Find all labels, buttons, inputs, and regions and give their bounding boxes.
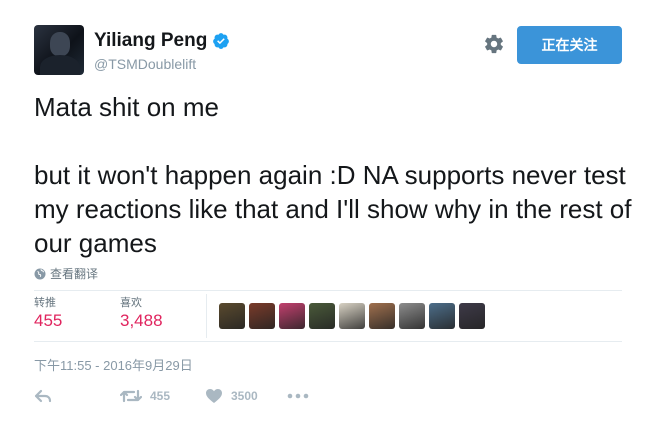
stats-divider-top — [34, 290, 622, 291]
tweet-paragraph: Mata shit on me — [34, 92, 219, 122]
avatar-shoulders — [40, 55, 80, 75]
globe-icon — [34, 268, 46, 280]
reply-icon — [34, 388, 52, 404]
like-button[interactable]: 3500 — [205, 388, 258, 404]
avatar-face — [50, 32, 70, 56]
tweet-timestamp[interactable]: 下午11:55 - 2016年9月29日 — [34, 355, 193, 374]
like-count: 3500 — [231, 389, 258, 403]
liker-avatar[interactable] — [339, 303, 365, 329]
liker-avatar[interactable] — [309, 303, 335, 329]
like-stat-label: 喜欢 — [120, 297, 142, 309]
more-icon — [287, 388, 309, 404]
like-stat[interactable]: 喜欢 3,488 — [120, 296, 163, 332]
liker-avatar[interactable] — [369, 303, 395, 329]
gear-icon[interactable] — [483, 33, 505, 55]
user-avatar[interactable] — [34, 25, 84, 75]
liker-avatar[interactable] — [459, 303, 485, 329]
name-row: Yiliang Peng — [94, 30, 230, 52]
retweet-stat-value: 455 — [34, 311, 63, 330]
liker-avatar[interactable] — [279, 303, 305, 329]
stats-divider-bottom — [34, 341, 622, 342]
retweet-stat-label: 转推 — [34, 297, 56, 309]
tweet-card: Yiliang Peng @TSMDoublelift 正在关注 Mata sh… — [0, 0, 652, 433]
retweet-count: 455 — [150, 389, 171, 403]
user-fullname[interactable]: Yiliang Peng — [94, 30, 207, 52]
liker-avatar[interactable] — [249, 303, 275, 329]
user-handle[interactable]: @TSMDoublelift — [94, 56, 196, 72]
following-button[interactable]: 正在关注 — [517, 26, 622, 64]
more-button[interactable] — [287, 388, 309, 404]
like-stat-value: 3,488 — [120, 311, 163, 330]
liker-avatar[interactable] — [219, 303, 245, 329]
liker-avatar[interactable] — [429, 303, 455, 329]
retweet-button[interactable]: 455 — [120, 388, 170, 404]
tweet-paragraph: but it won't happen again :D NA supports… — [34, 160, 632, 258]
liker-avatars — [219, 303, 489, 329]
reply-button[interactable] — [34, 388, 52, 404]
verified-badge-icon — [212, 32, 230, 50]
heart-icon — [205, 388, 223, 404]
translate-link[interactable]: 查看翻译 — [34, 265, 98, 282]
stats-separator — [206, 294, 207, 338]
tweet-text: Mata shit on me but it won't happen agai… — [34, 90, 634, 260]
translate-label: 查看翻译 — [50, 267, 99, 281]
retweet-icon — [120, 388, 142, 404]
retweet-stat[interactable]: 转推 455 — [34, 296, 62, 332]
liker-avatar[interactable] — [399, 303, 425, 329]
